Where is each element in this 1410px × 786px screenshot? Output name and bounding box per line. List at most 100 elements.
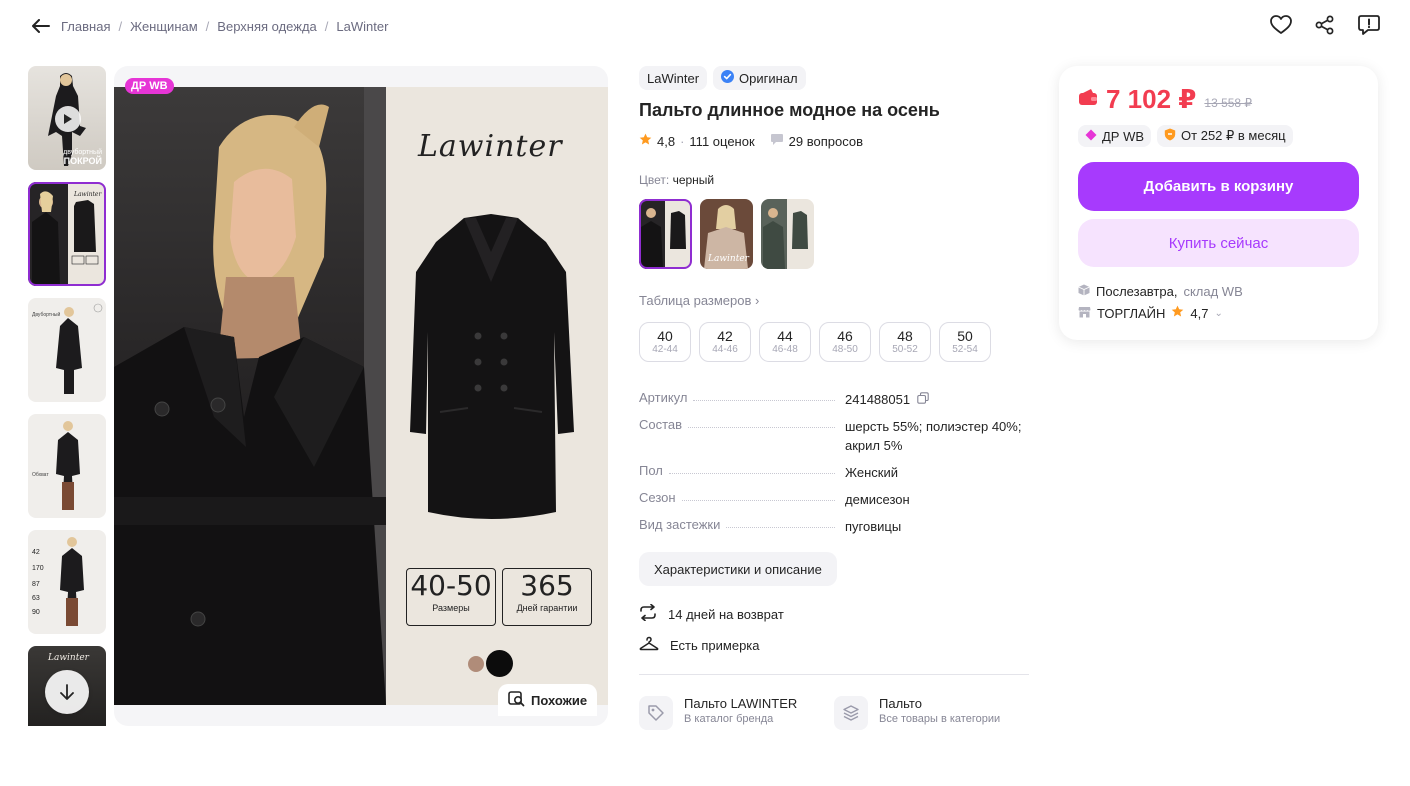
svg-text:42: 42 xyxy=(32,549,40,556)
report-icon[interactable] xyxy=(1358,14,1380,36)
category-sub: Все товары в категории xyxy=(879,713,1001,725)
size-option[interactable]: 50 52-54 xyxy=(939,322,991,362)
brand-logo: Lawinter xyxy=(418,129,563,164)
buy-now-button[interactable]: Купить сейчас xyxy=(1078,219,1359,267)
share-icon[interactable] xyxy=(1314,14,1336,36)
thumbnail-3[interactable]: Двубортный xyxy=(28,298,106,402)
breadcrumb-women[interactable]: Женщинам xyxy=(130,19,198,34)
color-label-key: Цвет: xyxy=(639,173,670,187)
size-number: 42 xyxy=(717,328,733,344)
spec-value: пуговицы xyxy=(845,519,902,534)
product-info: LaWinter Оригинал Пальто длинное модное … xyxy=(639,66,1029,730)
brand-chips: LaWinter Оригинал xyxy=(639,66,1029,90)
reviews-link[interactable]: 111 оценок xyxy=(689,134,754,149)
copy-icon[interactable] xyxy=(916,392,929,407)
return-icon xyxy=(639,603,657,624)
heart-icon[interactable] xyxy=(1270,14,1292,36)
svg-text:Обхват: Обхват xyxy=(32,472,49,478)
article-number: 241488051 xyxy=(845,392,911,407)
size-number: 46 xyxy=(837,328,853,344)
category-link[interactable]: Пальто Все товары в категории xyxy=(834,696,1029,730)
breadcrumb: Главная / Женщинам / Верхняя одежда / La… xyxy=(61,19,388,34)
brand-chip[interactable]: LaWinter xyxy=(639,66,708,90)
rating-separator: · xyxy=(680,133,685,149)
color-dot-black xyxy=(486,650,513,677)
back-arrow-icon[interactable] xyxy=(30,15,52,37)
swatch-green[interactable] xyxy=(761,199,814,269)
original-chip[interactable]: Оригинал xyxy=(713,66,806,90)
perk-fitting-label: Есть примерка xyxy=(670,637,760,653)
installment-pill[interactable]: От 252 ₽ в месяц xyxy=(1157,125,1293,147)
spec-row-season: Сезон демисезон xyxy=(639,490,1029,509)
price-row: 7 102 ₽ 13 558 ₽ xyxy=(1078,84,1359,115)
coat-product-panel: Lawinter 40-50 Размеры 365 Дней гарантии xyxy=(386,87,608,705)
thumbnail-main[interactable]: Lawinter xyxy=(28,182,106,286)
size-table-link[interactable]: Таблица размеров › xyxy=(639,293,1029,308)
size-range: 42-44 xyxy=(652,344,678,355)
size-option[interactable]: 48 50-52 xyxy=(879,322,931,362)
swatch-beige[interactable]: Lawinter xyxy=(700,199,753,269)
thumb-caption-big: ПОКРОЙ xyxy=(63,156,102,166)
box-icon xyxy=(1078,284,1090,299)
breadcrumb-outerwear[interactable]: Верхняя одежда xyxy=(217,19,316,34)
spec-value: Женский xyxy=(845,465,898,480)
perk-return-label: 14 дней на возврат xyxy=(668,606,784,622)
drwb-label: ДР WB xyxy=(1102,128,1145,144)
swatch-black[interactable] xyxy=(639,199,692,269)
color-dot-beige xyxy=(468,655,484,672)
breadcrumb-home[interactable]: Главная xyxy=(61,19,110,34)
play-icon[interactable] xyxy=(55,106,81,132)
seller-info[interactable]: ТОРГЛАЙН 4,7 ⌄ xyxy=(1078,305,1359,321)
thumbnail-4[interactable]: Обхват xyxy=(28,414,106,518)
delivery-date: Послезавтра, xyxy=(1096,284,1178,299)
buy-box: 7 102 ₽ 13 558 ₽ ДР WB От 252 ₽ в месяц … xyxy=(1059,66,1378,340)
spec-key: Пол xyxy=(639,463,663,478)
scroll-down-button[interactable] xyxy=(45,670,89,714)
breadcrumb-separator: / xyxy=(205,18,210,34)
characteristics-button[interactable]: Характеристики и описание xyxy=(639,552,837,586)
size-number: 44 xyxy=(777,328,793,344)
sizes-box: 40-50 Размеры xyxy=(406,568,496,626)
similar-search-icon xyxy=(508,690,525,710)
chevron-right-icon: › xyxy=(755,293,760,308)
original-label: Оригинал xyxy=(739,70,798,86)
similar-button[interactable]: Похожие xyxy=(498,684,598,716)
brand-catalog-title: Пальто LAWINTER xyxy=(684,696,798,711)
size-number: 48 xyxy=(897,328,913,344)
spec-row-gender: Пол Женский xyxy=(639,463,1029,482)
wallet-icon xyxy=(1078,88,1098,111)
spec-key: Вид застежки xyxy=(639,517,721,532)
brand-name: LaWinter xyxy=(647,70,700,86)
sizes-box-value: 40-50 xyxy=(410,569,492,602)
drwb-pill[interactable]: ДР WB xyxy=(1078,125,1152,147)
add-to-cart-button[interactable]: Добавить в корзину xyxy=(1078,162,1359,211)
thumbnail-5[interactable]: 42 170 87 63 90 xyxy=(28,530,106,634)
thumbnail-video[interactable]: двубортный ПОКРОЙ xyxy=(28,66,106,170)
questions-link[interactable]: 29 вопросов xyxy=(789,134,863,149)
spec-row-fastener: Вид застежки пуговицы xyxy=(639,517,1029,536)
promo-badge: ДР WB xyxy=(125,78,174,94)
size-range: 48-50 xyxy=(832,344,858,355)
seller-rating: 4,7 xyxy=(1190,305,1209,321)
svg-text:170: 170 xyxy=(32,565,44,572)
breadcrumb-brand[interactable]: LaWinter xyxy=(336,19,388,34)
size-option[interactable]: 40 42-44 xyxy=(639,322,691,362)
size-option[interactable]: 44 46-48 xyxy=(759,322,811,362)
spec-key: Артикул xyxy=(639,390,688,405)
svg-text:Lawinter: Lawinter xyxy=(73,191,102,198)
svg-text:Двубортный: Двубортный xyxy=(32,311,60,318)
color-dots xyxy=(468,650,513,677)
question-icon xyxy=(770,133,784,149)
spec-row-article: Артикул 241488051 xyxy=(639,390,1029,409)
warranty-box: 365 Дней гарантии xyxy=(502,568,592,626)
main-product-image[interactable]: ДР WB Lawinter 40-50 Размеры 365 Дней га… xyxy=(114,66,608,726)
size-option[interactable]: 42 44-46 xyxy=(699,322,751,362)
thumb-caption: двубортный ПОКРОЙ xyxy=(63,149,102,166)
installment-label: От 252 ₽ в месяц xyxy=(1181,128,1286,143)
diamond-icon xyxy=(1085,129,1097,144)
model-photo xyxy=(114,87,386,705)
svg-text:87: 87 xyxy=(32,581,40,588)
brand-catalog-link[interactable]: Пальто LAWINTER В каталог бренда xyxy=(639,696,834,730)
layers-icon xyxy=(834,696,868,730)
size-option[interactable]: 46 48-50 xyxy=(819,322,871,362)
